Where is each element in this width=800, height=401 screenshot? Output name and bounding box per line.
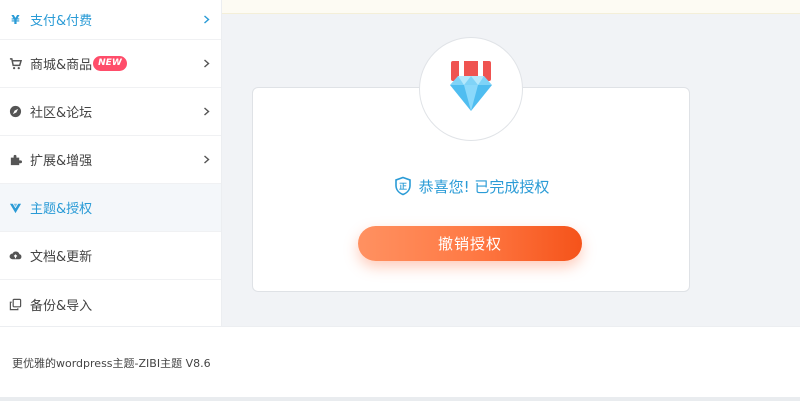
cart-icon (8, 57, 22, 71)
chevron-right-icon (201, 155, 211, 165)
sidebar-item-label: 主题&授权 (30, 202, 93, 217)
theme-logo-icon (8, 201, 22, 215)
revoke-license-button[interactable]: 撤销授权 (358, 226, 582, 261)
sidebar-item-shop[interactable]: 商城&商品 NEW (0, 40, 221, 88)
bottom-divider (0, 397, 800, 401)
sidebar-item-theme-license[interactable]: 主题&授权 (0, 184, 221, 232)
cloud-upload-icon (8, 249, 22, 263)
chevron-right-icon (201, 59, 211, 69)
sidebar-item-label: 商城&商品 (30, 58, 93, 73)
app-root: ¥ 支付&付费 商城&商品 NEW 社区&论坛 扩展&增强 主题&授权 文档&更… (0, 0, 800, 401)
chevron-right-icon (201, 15, 211, 25)
chevron-right-icon (201, 107, 211, 117)
sidebar-item-label: 扩展&增强 (30, 154, 93, 169)
verified-shield-icon: 正 (393, 176, 413, 196)
svg-text:正: 正 (399, 182, 407, 191)
sidebar-item-label: 文档&更新 (30, 250, 93, 265)
success-text: 恭喜您! 已完成授权 (418, 177, 550, 196)
compass-icon (8, 105, 22, 119)
puzzle-icon (8, 153, 22, 167)
svg-text:¥: ¥ (11, 13, 20, 26)
top-notice-strip (222, 0, 800, 14)
footer: 更优雅的wordpress主题-ZIBI主题 V8.6 (0, 326, 800, 397)
sidebar: ¥ 支付&付费 商城&商品 NEW 社区&论坛 扩展&增强 主题&授权 文档&更… (0, 0, 222, 326)
sidebar-item-docs[interactable]: 文档&更新 (0, 232, 221, 280)
license-success-message: 正 恭喜您! 已完成授权 (252, 174, 690, 198)
diamond-medal-icon (419, 37, 523, 141)
footer-version-text: 更优雅的wordpress主题-ZIBI主题 V8.6 (12, 357, 211, 370)
sidebar-item-backup[interactable]: 备份&导入 (0, 280, 221, 328)
sidebar-item-label: 支付&付费 (30, 14, 93, 29)
new-badge: NEW (93, 56, 127, 71)
copy-icon (8, 297, 22, 311)
sidebar-item-extensions[interactable]: 扩展&增强 (0, 136, 221, 184)
yen-icon: ¥ (8, 13, 22, 27)
sidebar-item-payment[interactable]: ¥ 支付&付费 (0, 0, 221, 40)
sidebar-item-community[interactable]: 社区&论坛 (0, 88, 221, 136)
sidebar-item-label: 社区&论坛 (30, 106, 93, 121)
sidebar-item-label: 备份&导入 (30, 298, 93, 314)
